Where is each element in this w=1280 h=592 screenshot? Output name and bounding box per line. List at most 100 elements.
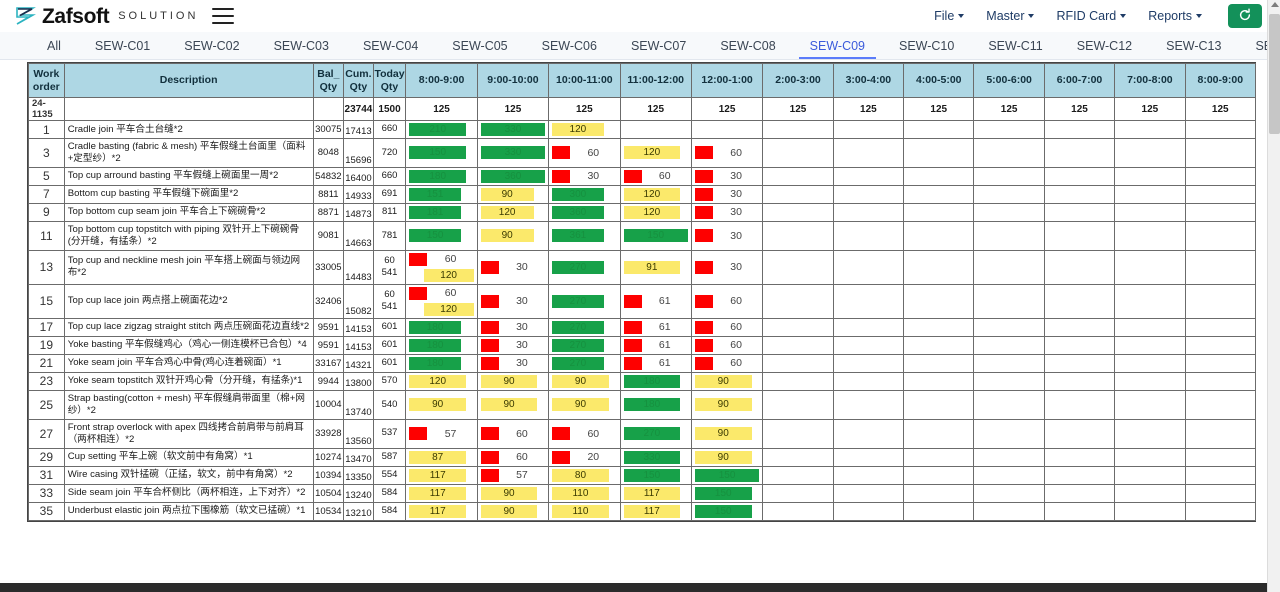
cell-hour-0[interactable]: 87 [405, 447, 478, 467]
cell-hour-9[interactable] [1043, 184, 1116, 204]
cell-hour-6[interactable] [832, 120, 905, 139]
cell-hour-3[interactable]: 120 [619, 184, 692, 204]
cell-hour-11[interactable] [1184, 353, 1257, 373]
cell-hour-6[interactable] [832, 501, 905, 521]
cell-hour-9[interactable] [1043, 283, 1116, 319]
cell-hour-7[interactable] [903, 202, 975, 222]
cell-hour-10[interactable] [1114, 465, 1186, 485]
cell-hour-10[interactable] [1114, 447, 1186, 467]
cell-hour-6[interactable] [832, 283, 905, 319]
cell-hour-10[interactable] [1114, 220, 1186, 251]
cell-hour-8[interactable] [973, 418, 1045, 449]
cell-hour-11[interactable] [1184, 220, 1257, 251]
tab-sew-c06[interactable]: SEW-C06 [525, 32, 614, 59]
tab-sew-c02[interactable]: SEW-C02 [167, 32, 256, 59]
col-hour-2[interactable]: 10:00-11:00 [548, 63, 621, 98]
cell-hour-8[interactable] [973, 120, 1045, 139]
horizontal-scrollbar[interactable] [0, 583, 1267, 592]
cell-hour-7[interactable] [903, 371, 975, 391]
cell-hour-6[interactable] [832, 371, 905, 391]
table-row[interactable]: 15 Top cup lace join 两点搭上碗面花边*2 32406 15082… [28, 283, 1257, 319]
cell-hour-10[interactable] [1114, 483, 1186, 503]
cell-hour-5[interactable] [762, 389, 834, 420]
vertical-scrollbar[interactable] [1267, 0, 1280, 592]
table-row[interactable]: 17 Top cup lace zigzag straight stitch 两点… [28, 317, 1257, 337]
col-hour-7[interactable]: 4:00-5:00 [903, 63, 975, 98]
cell-hour-5[interactable] [762, 220, 834, 251]
table-row[interactable]: 11 Top bottom cup topstitch with piping 双… [28, 220, 1257, 251]
cell-hour-4[interactable]: 60 [690, 138, 764, 168]
cell-hour-1[interactable]: 90 [476, 389, 550, 420]
cell-hour-4[interactable]: 30 [690, 202, 764, 222]
cell-hour-4[interactable]: 30 [690, 184, 764, 204]
cell-hour-2[interactable]: 300 [548, 184, 621, 204]
cell-hour-2[interactable]: 360 [548, 202, 621, 222]
col-hour-1[interactable]: 9:00-10:00 [476, 63, 550, 98]
cell-hour-9[interactable] [1043, 166, 1116, 186]
cell-hour-7[interactable] [903, 317, 975, 337]
cell-hour-9[interactable] [1043, 501, 1116, 521]
table-row[interactable]: 33 Side seam join 平车合杯侧比（两杯相连，上下对齐）*2 1050… [28, 483, 1257, 503]
cell-hour-7[interactable] [903, 249, 975, 285]
cell-hour-1[interactable]: 30 [476, 317, 550, 337]
table-row[interactable]: 31 Wire casing 双针掹碗（正掹，软文，前中有角窝）*2 10394 13… [28, 465, 1257, 485]
cell-hour-1[interactable]: 120 [476, 202, 550, 222]
cell-hour-11[interactable] [1184, 317, 1257, 337]
col-hour-10[interactable]: 7:00-8:00 [1114, 63, 1186, 98]
cell-hour-1[interactable]: 60 [476, 447, 550, 467]
cell-hour-3[interactable]: 120 [619, 202, 692, 222]
cell-hour-8[interactable] [973, 335, 1045, 355]
cell-hour-6[interactable] [832, 184, 905, 204]
cell-hour-4[interactable]: 150 [690, 483, 764, 503]
cell-hour-3[interactable]: 330 [619, 447, 692, 467]
tab-sew-c09[interactable]: SEW-C09 [793, 32, 882, 59]
tab-sew-c05[interactable]: SEW-C05 [435, 32, 524, 59]
cell-hour-1[interactable]: 330 [476, 120, 550, 139]
cell-hour-10[interactable] [1114, 335, 1186, 355]
cell-hour-0[interactable]: 90 [405, 389, 478, 420]
cell-hour-9[interactable] [1043, 202, 1116, 222]
tab-sew-c11[interactable]: SEW-C11 [971, 32, 1059, 59]
cell-hour-1[interactable]: 30 [476, 335, 550, 355]
table-row[interactable]: 9 Top bottom cup seam join 平车合上下碗碗骨*2 8871… [28, 202, 1257, 222]
cell-hour-11[interactable] [1184, 120, 1257, 139]
table-row[interactable]: 13 Top cup and neckline mesh join 平车搭上碗面与… [28, 249, 1257, 285]
cell-hour-4[interactable]: 90 [690, 371, 764, 391]
cell-hour-8[interactable] [973, 389, 1045, 420]
cell-hour-10[interactable] [1114, 389, 1186, 420]
cell-hour-9[interactable] [1043, 138, 1116, 168]
cell-hour-0[interactable]: 117 [405, 483, 478, 503]
cell-hour-11[interactable] [1184, 138, 1257, 168]
cell-hour-5[interactable] [762, 120, 834, 139]
cell-hour-11[interactable] [1184, 371, 1257, 391]
cell-hour-3[interactable]: 61 [619, 353, 692, 373]
cell-hour-3[interactable]: 61 [619, 283, 692, 319]
cell-hour-10[interactable] [1114, 283, 1186, 319]
cell-hour-5[interactable] [762, 371, 834, 391]
cell-hour-1[interactable]: 360 [476, 166, 550, 186]
cell-hour-2[interactable]: 90 [548, 371, 621, 391]
cell-hour-10[interactable] [1114, 184, 1186, 204]
cell-hour-4[interactable]: 90 [690, 447, 764, 467]
table-row[interactable]: 5 Top cup arround basting 平车假缝上碗面里一周*2 548… [28, 166, 1257, 186]
cell-hour-10[interactable] [1114, 202, 1186, 222]
cell-hour-6[interactable] [832, 447, 905, 467]
cell-hour-4[interactable]: 30 [690, 249, 764, 285]
col-hour-5[interactable]: 2:00-3:00 [762, 63, 834, 98]
cell-hour-4[interactable]: 150 [690, 501, 764, 521]
cell-hour-11[interactable] [1184, 389, 1257, 420]
col-hour-9[interactable]: 6:00-7:00 [1043, 63, 1116, 98]
cell-hour-5[interactable] [762, 501, 834, 521]
cell-hour-11[interactable] [1184, 335, 1257, 355]
cell-hour-8[interactable] [973, 202, 1045, 222]
cell-hour-8[interactable] [973, 283, 1045, 319]
cell-hour-10[interactable] [1114, 501, 1186, 521]
cell-hour-2[interactable]: 120 [548, 120, 621, 139]
cell-hour-3[interactable]: 120 [619, 138, 692, 168]
cell-hour-2[interactable]: 60 [548, 138, 621, 168]
cell-hour-0[interactable]: 120 [405, 371, 478, 391]
refresh-button[interactable] [1228, 4, 1262, 28]
cell-hour-1[interactable]: 30 [476, 249, 550, 285]
col-bal-qty[interactable]: Bal_ Qty [312, 63, 345, 98]
cell-hour-6[interactable] [832, 317, 905, 337]
